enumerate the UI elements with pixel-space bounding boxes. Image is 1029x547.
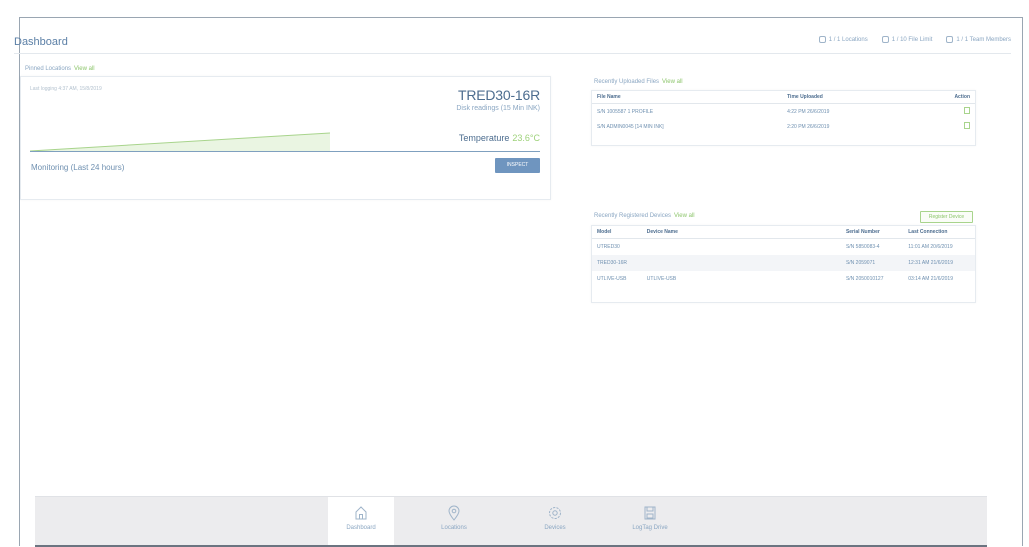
- registered-devices-heading: Recently Registered Devices View all: [594, 213, 695, 219]
- home-icon: [355, 506, 367, 520]
- device-subtitle: Disk readings (15 Min INK): [456, 105, 540, 112]
- table-row[interactable]: UTLIVE-USB UTLIVE-USB S/N 2050010127 03:…: [592, 271, 975, 287]
- serial-number-cell: S/N 5850083-4: [845, 244, 880, 250]
- device-name: TRED30-16R: [457, 87, 540, 103]
- register-device-button[interactable]: Register Device: [920, 211, 973, 223]
- registered-devices-table: Model Device Name Serial Number Last Con…: [592, 226, 975, 287]
- uploaded-files-heading: Recently Uploaded Files View all: [594, 79, 683, 85]
- team-members-stat[interactable]: 1 / 1 Team Members: [946, 36, 1011, 43]
- column-header-last-connection: Last Connection: [903, 226, 975, 239]
- action-cell: [912, 104, 975, 120]
- table-row[interactable]: TRED30-16R S/N 2059071 12:31 AM 21/6/201…: [592, 255, 975, 271]
- page-title: Dashboard: [14, 36, 68, 48]
- location-pin-icon: [448, 505, 460, 521]
- uploaded-files-title: Recently Uploaded Files: [594, 79, 660, 85]
- temperature-readout: Temperature 23.6°C: [459, 133, 540, 143]
- download-icon[interactable]: [964, 122, 970, 129]
- nav-label-logtag-drive: LogTag Drive: [632, 525, 668, 531]
- registered-devices-table-card: Model Device Name Serial Number Last Con…: [591, 225, 976, 303]
- location-icon: [818, 36, 826, 43]
- nav-item-dashboard[interactable]: Dashboard: [328, 497, 394, 547]
- file-limit-stat[interactable]: 1 / 10 File Limit: [881, 36, 933, 43]
- registered-devices-title: Recently Registered Devices: [594, 213, 672, 219]
- team-icon: [946, 36, 954, 43]
- serial-number-cell: S/N 2050010127: [845, 276, 884, 282]
- action-cell: [912, 119, 975, 134]
- uploaded-files-table: File Name Time Uploaded Action S/N 10055…: [592, 91, 975, 134]
- column-header-action: Action: [911, 91, 975, 104]
- title-divider: [14, 53, 1011, 54]
- serial-number-cell: S/N 2059071: [840, 255, 904, 271]
- chart-baseline: [30, 151, 540, 152]
- file-icon: [881, 36, 889, 43]
- nav-label-devices: Devices: [544, 525, 566, 531]
- bottom-nav: Dashboard Locations Devices LogTag Drive: [35, 496, 987, 547]
- file-name-cell[interactable]: S/N 1005587 1 PROFILE: [592, 104, 782, 120]
- model-cell: UTLIVE-USB: [597, 276, 627, 282]
- table-header-row: Model Device Name Serial Number Last Con…: [592, 226, 975, 239]
- gear-icon: [549, 507, 561, 519]
- save-icon: [644, 506, 656, 520]
- monitoring-sparkline: [30, 132, 330, 151]
- pinned-location-card[interactable]: Last logging 4:37 AM, 15/8/2019 TRED30-1…: [20, 76, 551, 200]
- monitoring-label: Monitoring (Last 24 hours): [31, 163, 125, 172]
- file-limit-stat-label: 1 / 10 File Limit: [891, 36, 933, 43]
- table-header-row: File Name Time Uploaded Action: [592, 91, 975, 104]
- column-header-model: Model: [592, 226, 642, 239]
- model-cell: TRED30-16R: [592, 255, 642, 271]
- last-connection-cell: 12:31 AM 21/6/2019: [903, 255, 975, 271]
- header-stats: 1 / 1 Locations 1 / 10 File Limit 1 / 1 …: [818, 36, 1011, 43]
- time-uploaded-cell: 2:20 PM 26/6/2019: [787, 123, 830, 130]
- locations-stat-label: 1 / 1 Locations: [828, 36, 868, 43]
- column-header-file-name: File Name: [592, 91, 783, 104]
- team-members-stat-label: 1 / 1 Team Members: [956, 36, 1011, 43]
- model-cell: UTRED30: [597, 244, 620, 250]
- table-row[interactable]: S/N 1005587 1 PROFILE 4:22 PM 26/6/2019: [592, 104, 975, 120]
- last-connection-cell: 11:01 AM 20/6/2019: [908, 244, 953, 250]
- files-view-all-link[interactable]: View all: [662, 79, 683, 85]
- nav-item-locations[interactable]: Locations: [421, 497, 487, 547]
- devices-view-all-link[interactable]: View all: [674, 213, 695, 219]
- last-connection-cell: 03:14 AM 21/6/2019: [908, 276, 953, 282]
- nav-item-devices[interactable]: Devices: [522, 497, 588, 547]
- pinned-locations-heading: Pinned Locations View all: [25, 66, 95, 72]
- device-name-cell: UTLIVE-USB: [646, 276, 677, 282]
- column-header-serial-number: Serial Number: [840, 226, 904, 239]
- locations-stat[interactable]: 1 / 1 Locations: [818, 36, 868, 43]
- nav-label-locations: Locations: [441, 525, 467, 531]
- time-uploaded-cell: 4:22 PM 26/6/2019: [787, 108, 830, 115]
- nav-item-logtag-drive[interactable]: LogTag Drive: [617, 497, 683, 547]
- device-name-cell: [642, 239, 841, 256]
- pinned-locations-title: Pinned Locations: [25, 66, 72, 72]
- nav-label-dashboard: Dashboard: [346, 525, 376, 531]
- device-name-cell: [641, 255, 841, 271]
- pinned-view-all-link[interactable]: View all: [74, 66, 95, 72]
- last-logging-text: Last logging 4:37 AM, 15/8/2019: [30, 86, 102, 92]
- uploaded-files-table-card: File Name Time Uploaded Action S/N 10055…: [591, 90, 976, 146]
- temperature-value: 23.6°C: [512, 133, 540, 143]
- table-row[interactable]: S/N ADMIN0045 [14 MIN INK] 2:20 PM 26/6/…: [592, 119, 975, 134]
- download-icon[interactable]: [964, 107, 970, 114]
- temperature-label: Temperature: [458, 133, 510, 143]
- table-row[interactable]: UTRED30 S/N 5850083-4 11:01 AM 20/6/2019: [592, 239, 975, 256]
- column-header-time-uploaded: Time Uploaded: [782, 91, 912, 104]
- column-header-device-name: Device Name: [641, 226, 841, 239]
- inspect-button[interactable]: INSPECT: [495, 158, 540, 173]
- file-name-cell[interactable]: S/N ADMIN0045 [14 MIN INK]: [592, 119, 782, 134]
